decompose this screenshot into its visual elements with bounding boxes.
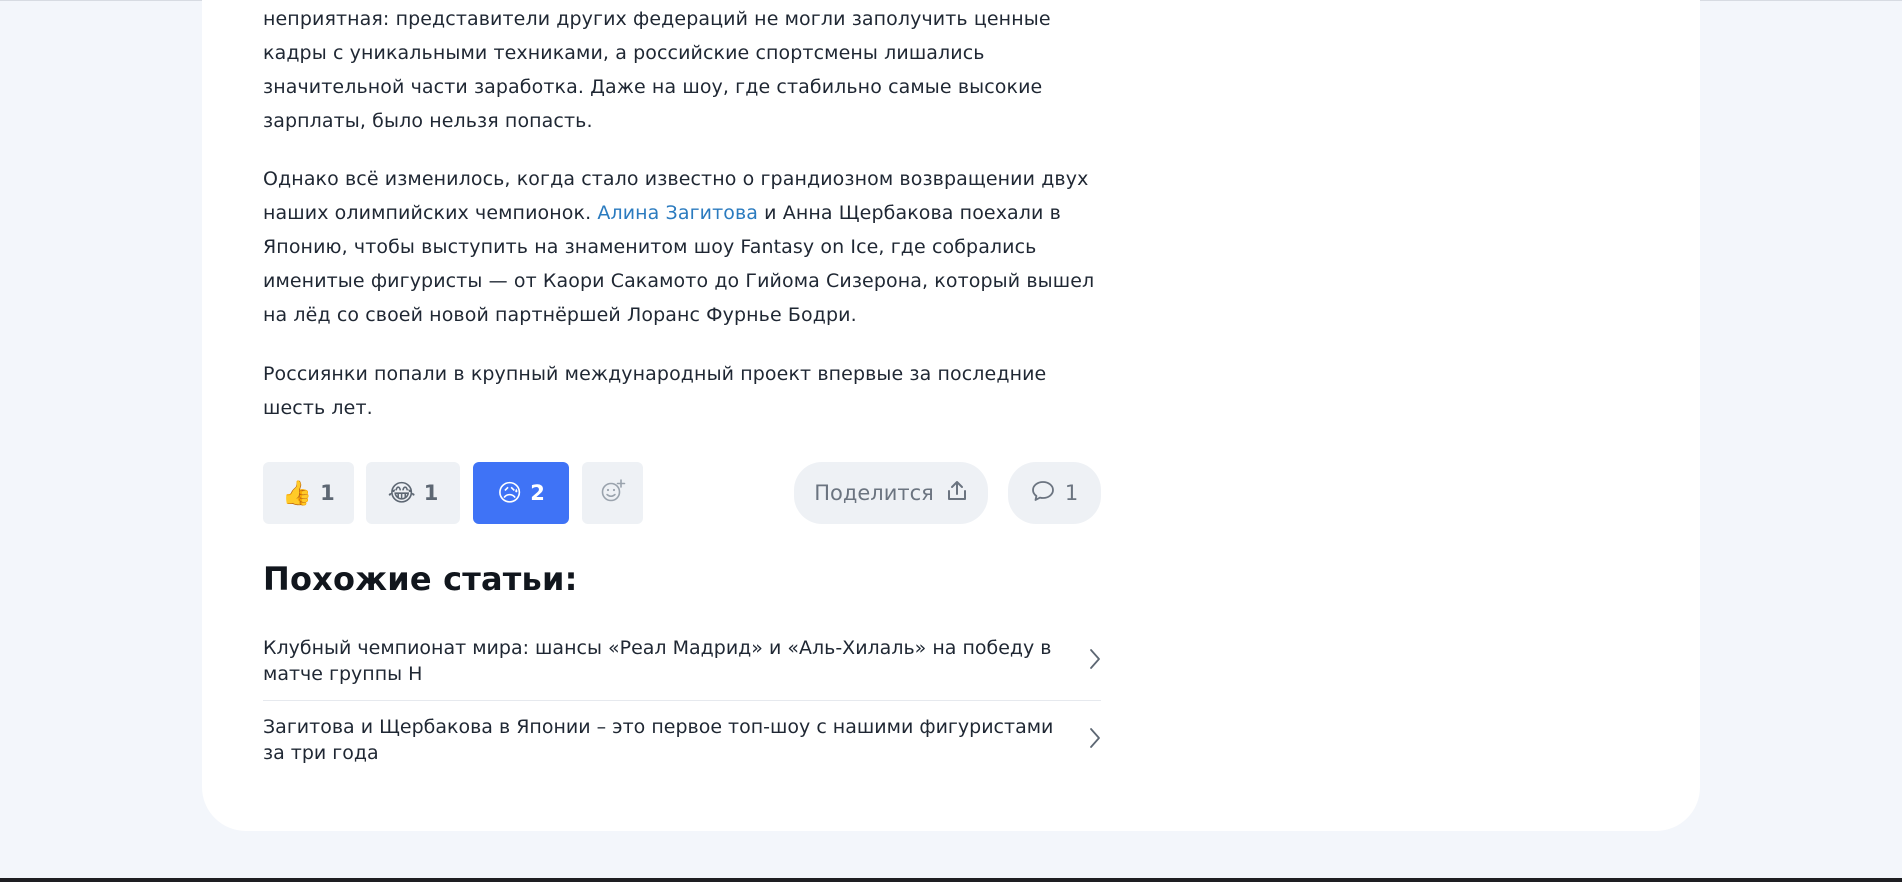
chevron-right-icon <box>1089 648 1101 674</box>
similar-articles-heading: Похожие статьи: <box>263 560 578 598</box>
similar-articles-list: Клубный чемпионат мира: шансы «Реал Мадр… <box>263 622 1101 779</box>
reaction-count: 2 <box>530 481 545 505</box>
laughing-face-icon: 😂 <box>387 479 416 507</box>
comments-count: 1 <box>1064 481 1079 505</box>
sad-face-icon: 😥 <box>497 479 523 507</box>
share-upload-icon <box>934 479 968 508</box>
athlete-link-zagitova[interactable]: Алина Загитова <box>597 202 758 224</box>
similar-article-title: Загитова и Щербакова в Японии – это перв… <box>263 716 1054 764</box>
similar-article-title: Клубный чемпионат мира: шансы «Реал Мадр… <box>263 637 1052 685</box>
reaction-thumbs-up-button[interactable]: 👍 1 <box>263 462 354 524</box>
similar-article-item[interactable]: Клубный чемпионат мира: шансы «Реал Мадр… <box>263 622 1101 701</box>
chevron-right-icon <box>1089 727 1101 753</box>
bottom-edge <box>0 878 1902 882</box>
comments-button[interactable]: 1 <box>1008 462 1101 524</box>
similar-article-item[interactable]: Загитова и Щербакова в Японии – это перв… <box>263 701 1101 779</box>
reaction-laugh-button[interactable]: 😂 1 <box>366 462 460 524</box>
reaction-sad-button[interactable]: 😥 2 <box>473 462 569 524</box>
reaction-count: 1 <box>423 481 439 505</box>
share-button[interactable]: Поделится <box>794 462 988 524</box>
reaction-count: 1 <box>320 481 335 505</box>
add-reaction-button[interactable] <box>582 462 643 524</box>
comment-bubble-icon <box>1031 480 1065 507</box>
share-label: Поделится <box>814 481 934 505</box>
article-paragraph-3: Россиянки попали в крупный международный… <box>263 363 1047 419</box>
add-reaction-icon <box>599 477 627 510</box>
article-paragraph-1: неприятная: представители других федерац… <box>263 8 1051 132</box>
article-paragraph-2: Однако всё изменилось, когда стало извес… <box>263 162 1103 332</box>
reactions-bar: 👍 1 😂 1 😥 2 Поделится 1 <box>263 462 1101 524</box>
thumbs-up-icon: 👍 <box>282 479 313 507</box>
